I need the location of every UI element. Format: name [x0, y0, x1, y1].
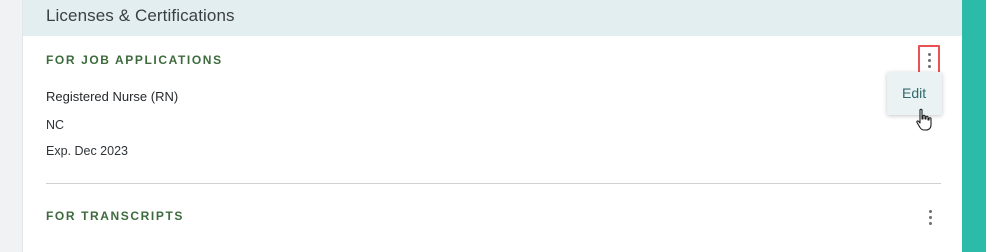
right-accent-bar [962, 0, 986, 252]
more-options-button-transcripts[interactable] [919, 202, 941, 232]
kebab-vertical-icon [927, 52, 931, 56]
more-options-button-job-applications[interactable] [918, 45, 940, 75]
card-title: Licenses & Certifications [46, 6, 235, 25]
licenses-card: Licenses & Certifications FOR JOB APPLIC… [22, 0, 963, 252]
hand-pointer-icon [916, 108, 932, 131]
group-label-transcripts: FOR TRANSCRIPTS [46, 209, 184, 223]
kebab-dot [927, 58, 931, 62]
kebab-dot [927, 64, 931, 68]
licenses-page: Licenses & Certifications FOR JOB APPLIC… [0, 0, 986, 252]
group-label-job-applications: FOR JOB APPLICATIONS [46, 53, 223, 67]
menu-item-edit[interactable]: Edit [902, 85, 926, 101]
license-state: NC [46, 118, 65, 132]
kebab-dot [928, 221, 932, 225]
license-expiration: Exp. Dec 2023 [46, 144, 128, 158]
card-header: Licenses & Certifications [23, 0, 963, 36]
kebab-dot [928, 215, 932, 219]
left-gutter [0, 0, 22, 252]
license-name: Registered Nurse (RN) [46, 89, 179, 104]
kebab-vertical-icon [928, 209, 932, 213]
group-divider [46, 183, 941, 184]
